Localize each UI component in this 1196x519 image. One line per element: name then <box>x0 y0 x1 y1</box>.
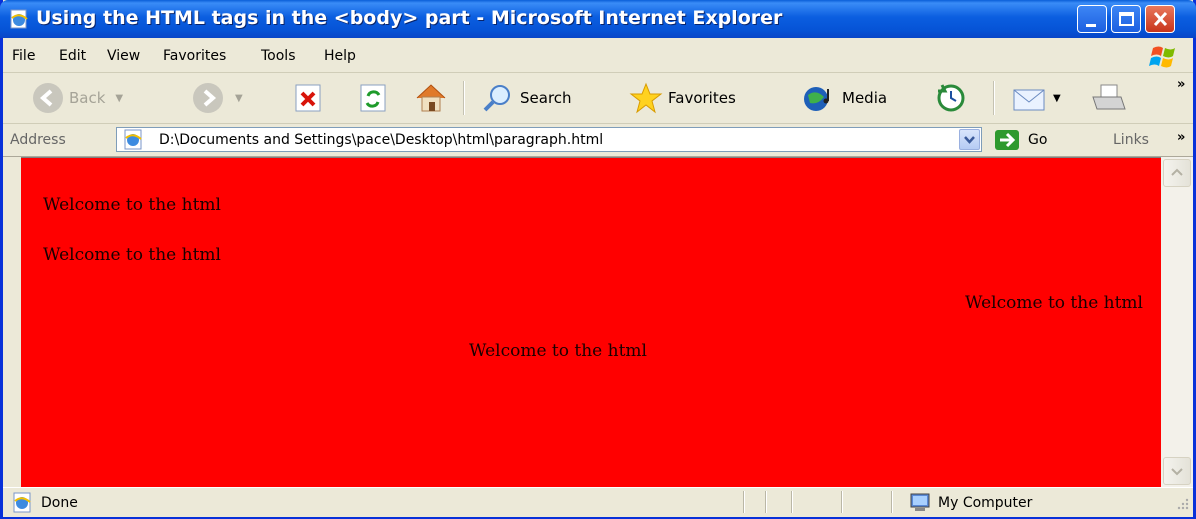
address-url: D:\Documents and Settings\pace\Desktop\h… <box>159 132 604 148</box>
back-button[interactable]: Back ▼ <box>31 81 123 115</box>
printer-icon <box>1092 84 1126 110</box>
history-clock-icon <box>937 84 965 112</box>
media-icon <box>804 87 829 111</box>
mail-icon <box>1013 89 1045 111</box>
home-button[interactable] <box>413 81 449 115</box>
forward-dropdown-icon[interactable]: ▼ <box>235 93 243 104</box>
chevron-down-icon <box>964 136 975 144</box>
ie-document-icon <box>10 9 28 29</box>
my-computer-icon <box>910 493 930 511</box>
maximize-icon <box>1119 12 1134 26</box>
menu-file[interactable]: File <box>12 48 35 64</box>
history-button[interactable] <box>933 81 969 115</box>
menu-view[interactable]: View <box>107 48 140 64</box>
minimize-icon <box>1086 24 1096 27</box>
window-title: Using the HTML tags in the <body> part -… <box>36 7 783 29</box>
stop-button[interactable] <box>293 81 325 115</box>
search-button[interactable]: Search <box>480 81 572 115</box>
media-button[interactable]: Media <box>798 81 887 115</box>
chevron-down-icon <box>1171 468 1183 476</box>
address-label: Address <box>10 132 66 148</box>
menu-tools[interactable]: Tools <box>261 48 296 64</box>
standard-toolbar: Back ▼ ▼ Search Favorites Media ▼ » <box>3 73 1193 124</box>
forward-arrow-icon <box>193 83 223 113</box>
search-label: Search <box>520 89 572 107</box>
status-bar: Done My Computer <box>3 487 1193 517</box>
page-icon <box>124 129 142 150</box>
go-label: Go <box>1028 132 1048 148</box>
toolbar-overflow-icon[interactable]: » <box>1177 77 1185 92</box>
links-overflow-icon[interactable]: » <box>1177 130 1185 145</box>
back-arrow-icon <box>33 83 63 113</box>
menu-bar: File Edit View Favorites Tools Help <box>3 38 1193 73</box>
forward-button[interactable]: ▼ <box>191 81 243 115</box>
close-button[interactable] <box>1145 5 1175 33</box>
address-bar: Address D:\Documents and Settings\pace\D… <box>3 124 1193 157</box>
status-separator <box>765 491 767 513</box>
stop-icon <box>295 84 321 112</box>
address-input[interactable]: D:\Documents and Settings\pace\Desktop\h… <box>116 127 982 152</box>
print-button[interactable] <box>1089 81 1129 115</box>
windows-logo-icon <box>1131 40 1193 72</box>
scroll-down-button[interactable] <box>1163 457 1191 485</box>
mail-button[interactable]: ▼ <box>1011 81 1061 115</box>
vertical-scrollbar[interactable] <box>1161 157 1193 487</box>
status-separator <box>791 491 793 513</box>
page-content: Welcome to the html Welcome to the html … <box>21 157 1161 488</box>
paragraph-right: Welcome to the html <box>965 293 1143 313</box>
favorites-star-icon <box>629 82 663 114</box>
status-separator <box>891 491 893 513</box>
menu-edit[interactable]: Edit <box>59 48 86 64</box>
paragraph-left-1: Welcome to the html <box>43 195 221 215</box>
go-button[interactable]: Go <box>994 129 1064 151</box>
media-label: Media <box>842 89 888 107</box>
go-arrow-icon <box>995 130 1019 150</box>
resize-grip-icon[interactable] <box>1173 496 1191 514</box>
minimize-button[interactable] <box>1077 5 1107 33</box>
toolbar-separator <box>993 81 995 115</box>
links-label[interactable]: Links <box>1113 132 1149 148</box>
menu-help[interactable]: Help <box>324 48 356 64</box>
scroll-up-button[interactable] <box>1163 159 1191 187</box>
paragraph-center: Welcome to the html <box>469 341 647 361</box>
menu-favorites[interactable]: Favorites <box>163 48 226 64</box>
security-zone-label: My Computer <box>938 495 1033 511</box>
status-text: Done <box>41 495 78 511</box>
refresh-icon <box>360 84 386 112</box>
favorites-button[interactable]: Favorites <box>628 81 736 115</box>
refresh-button[interactable] <box>358 81 390 115</box>
paragraph-left-2: Welcome to the html <box>43 245 221 265</box>
search-icon <box>483 85 510 112</box>
chevron-up-icon <box>1171 168 1183 176</box>
browser-window: Using the HTML tags in the <body> part -… <box>0 0 1196 519</box>
address-dropdown-button[interactable] <box>959 129 980 150</box>
status-separator <box>841 491 843 513</box>
back-dropdown-icon[interactable]: ▼ <box>115 93 123 104</box>
favorites-label: Favorites <box>668 89 736 107</box>
ie-page-icon <box>13 492 31 513</box>
toolbar-separator <box>463 81 465 115</box>
back-label: Back <box>69 89 106 107</box>
status-separator <box>743 491 745 513</box>
title-bar[interactable]: Using the HTML tags in the <body> part -… <box>0 0 1196 38</box>
mail-dropdown-icon[interactable]: ▼ <box>1053 93 1061 104</box>
home-icon <box>416 84 446 112</box>
maximize-button[interactable] <box>1111 5 1141 33</box>
close-icon <box>1153 11 1168 27</box>
